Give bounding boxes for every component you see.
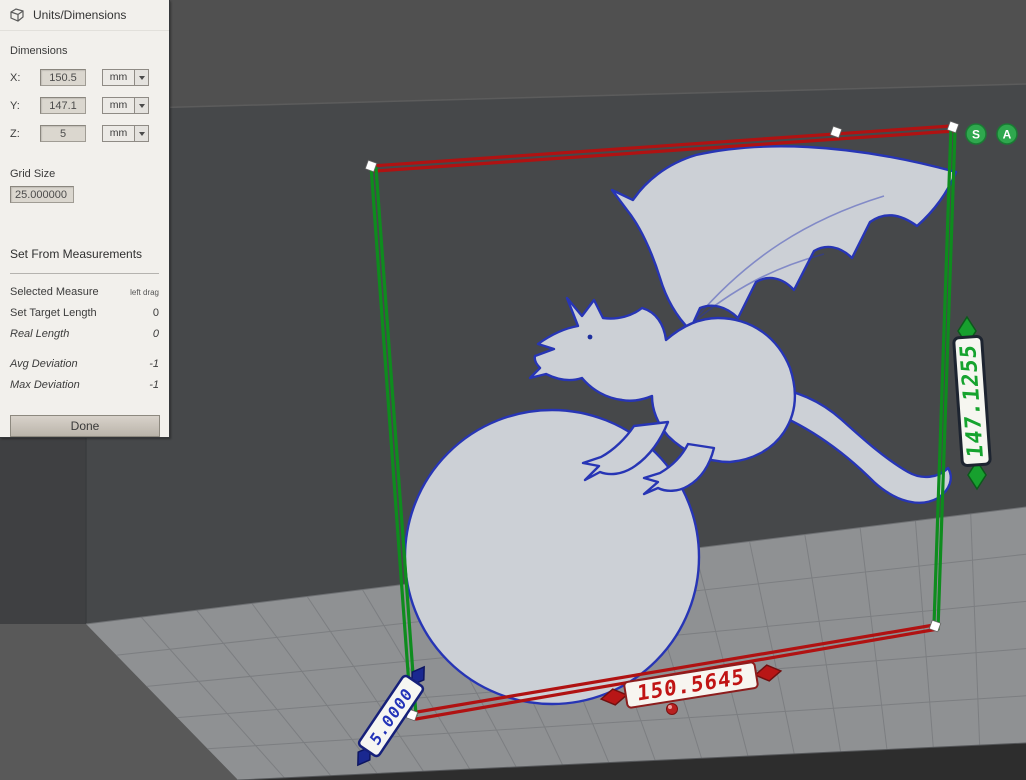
real-length-row: Real Length 0: [10, 328, 159, 340]
selected-measure-label: Selected Measure: [10, 286, 99, 298]
chevron-down-icon: [134, 70, 148, 85]
divider: [10, 273, 159, 274]
y-dimension-input[interactable]: [40, 97, 86, 114]
avg-deviation-value: -1: [149, 358, 159, 370]
y-unit-value: mm: [109, 99, 128, 111]
z-unit-value: mm: [109, 127, 128, 139]
done-button[interactable]: Done: [10, 415, 160, 437]
ball: [403, 408, 701, 706]
dimension-row-x: X: mm: [10, 69, 159, 86]
dimensions-section-label: Dimensions: [10, 45, 68, 57]
chevron-down-icon: [134, 126, 148, 141]
y-unit-select[interactable]: mm: [102, 97, 149, 114]
x-unit-value: mm: [109, 71, 128, 83]
dimension-row-z: Z: mm: [10, 125, 159, 142]
max-deviation-value: -1: [149, 379, 159, 391]
selected-measure-row: Selected Measure left drag: [10, 286, 159, 298]
max-deviation-row: Max Deviation -1: [10, 379, 159, 391]
real-length-label: Real Length: [10, 328, 70, 340]
dragon-eye: [587, 334, 593, 340]
avg-deviation-row: Avg Deviation -1: [10, 358, 159, 370]
x-axis-label: X:: [10, 71, 21, 84]
axis-badge-label: A: [1003, 128, 1012, 142]
x-dimension-input[interactable]: [40, 69, 86, 86]
avg-deviation-label: Avg Deviation: [10, 358, 78, 370]
units-dimensions-panel: Units/Dimensions Dimensions X: mm Y: mm …: [0, 0, 170, 438]
z-unit-select[interactable]: mm: [102, 125, 149, 142]
panel-title: Units/Dimensions: [33, 8, 127, 22]
box-icon: [10, 8, 24, 22]
max-deviation-label: Max Deviation: [10, 379, 80, 391]
dimension-row-y: Y: mm: [10, 97, 159, 114]
x-unit-select[interactable]: mm: [102, 69, 149, 86]
grid-size-input[interactable]: [10, 186, 74, 203]
grid-size-label: Grid Size: [10, 168, 56, 180]
z-dimension-input[interactable]: [40, 125, 86, 142]
set-from-measurements-title: Set From Measurements: [10, 247, 143, 261]
width-anchor-highlight: [668, 705, 672, 709]
snap-badge[interactable]: S: [965, 123, 987, 145]
set-target-length-label: Set Target Length: [10, 307, 97, 319]
chevron-down-icon: [134, 98, 148, 113]
snap-badge-label: S: [972, 128, 980, 142]
axis-badge[interactable]: A: [996, 123, 1018, 145]
set-target-length-value[interactable]: 0: [153, 307, 159, 319]
selected-measure-value: left drag: [130, 287, 159, 297]
width-anchor-dot[interactable]: [666, 703, 678, 715]
y-axis-label: Y:: [10, 99, 20, 112]
z-axis-label: Z:: [10, 127, 20, 140]
set-target-length-row: Set Target Length 0: [10, 307, 159, 319]
real-length-value: 0: [152, 328, 159, 340]
panel-header[interactable]: Units/Dimensions: [0, 0, 169, 31]
